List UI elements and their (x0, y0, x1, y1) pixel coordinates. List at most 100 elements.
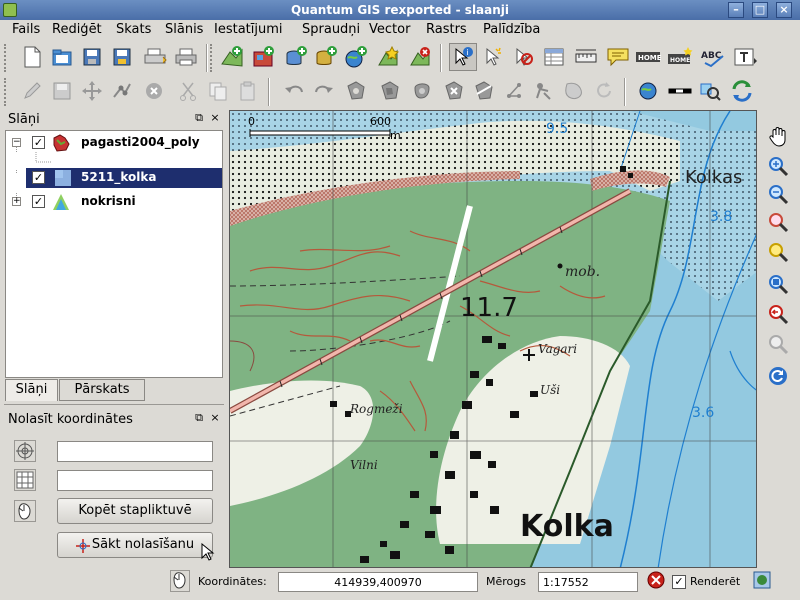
layer-item-pagasti[interactable]: − ✓ pagasti2004_poly (6, 133, 222, 153)
menu-rediget[interactable]: Rediģēt (52, 22, 102, 37)
save-project-icon[interactable] (78, 43, 106, 71)
close-button[interactable]: × (776, 2, 792, 18)
zoom-select-icon[interactable] (696, 77, 724, 105)
stop-render-icon[interactable] (646, 570, 666, 592)
node-tool-icon[interactable] (108, 77, 136, 105)
zoom-last-icon[interactable] (764, 300, 792, 328)
maximize-button[interactable]: □ (752, 2, 768, 18)
tab-overview[interactable]: Pārskats (59, 379, 145, 401)
scale-bar-icon[interactable] (666, 77, 694, 105)
layer-item-nokrisni[interactable]: + ✓ nokrisni (6, 192, 222, 212)
annotation-icon[interactable] (604, 43, 632, 71)
undo-icon[interactable] (280, 77, 308, 105)
menu-iestatijumi[interactable]: Iestatījumi (214, 22, 283, 37)
home-plus-icon[interactable]: HOME (666, 43, 694, 71)
scale-input[interactable]: 1:17552 (538, 572, 638, 592)
mouse-tracking-icon[interactable] (14, 500, 36, 522)
print-icon[interactable] (172, 43, 200, 71)
cut-icon[interactable] (174, 77, 202, 105)
delete-ring-icon[interactable] (408, 77, 436, 105)
toolbar-grip[interactable] (4, 44, 10, 72)
menu-skats[interactable]: Skats (116, 22, 151, 37)
grid-crs-icon[interactable] (14, 469, 36, 491)
tab-layers[interactable]: Slāņi (5, 379, 58, 401)
delete-part-icon[interactable] (440, 77, 468, 105)
menu-slanis[interactable]: Slānis (165, 22, 203, 37)
zoom-out-icon[interactable] (764, 180, 792, 208)
toggle-edit-icon[interactable] (18, 77, 46, 105)
reshape-icon[interactable] (470, 77, 498, 105)
split-icon[interactable] (500, 77, 528, 105)
close-panel-icon[interactable]: × (208, 111, 222, 125)
rotate-icon[interactable] (590, 77, 618, 105)
spell-icon[interactable]: ABC (698, 43, 726, 71)
add-wms-icon[interactable] (342, 43, 370, 71)
deselect-icon[interactable] (509, 43, 537, 71)
measure-icon[interactable] (572, 43, 600, 71)
print-composer-icon[interactable] (142, 43, 170, 71)
float-panel-icon[interactable]: ⧉ (192, 411, 206, 425)
mouse-tracking-icon[interactable] (170, 570, 190, 592)
simplify-icon[interactable] (530, 77, 558, 105)
zoom-full-icon[interactable] (764, 208, 792, 236)
expand-icon[interactable]: − (12, 138, 21, 147)
menu-spraudni[interactable]: Spraudņi (302, 22, 360, 37)
map-canvas[interactable]: Kolkas mob. 11.7 Vagari Uši Rogmeži Viln… (229, 110, 757, 568)
select-icon[interactable] (479, 43, 507, 71)
add-postgis-icon[interactable] (282, 43, 310, 71)
layer-visibility-checkbox[interactable]: ✓ (32, 195, 45, 208)
add-island-icon[interactable] (376, 77, 404, 105)
copy-icon[interactable] (204, 77, 232, 105)
layer-visibility-checkbox[interactable]: ✓ (32, 136, 45, 149)
render-checkbox[interactable]: ✓ (672, 575, 686, 589)
zoom-in-icon[interactable] (764, 152, 792, 180)
pan-icon[interactable] (764, 122, 792, 150)
menu-fails[interactable]: Fails (12, 22, 40, 37)
toolbar-grip[interactable] (210, 44, 216, 72)
new-project-icon[interactable] (18, 43, 46, 71)
home-icon[interactable]: HOME (634, 43, 662, 71)
paste-icon[interactable] (234, 77, 262, 105)
open-project-icon[interactable] (48, 43, 76, 71)
add-vector-icon[interactable] (218, 43, 246, 71)
identify-icon[interactable]: i (449, 43, 477, 71)
menu-rastrs[interactable]: Rastrs (426, 22, 467, 37)
toolbar-grip[interactable] (4, 78, 10, 106)
layer-name: nokrisni (81, 194, 136, 208)
expand-icon[interactable]: + (12, 197, 21, 206)
depth-label: 9.5 (546, 121, 568, 137)
coord-field-1[interactable] (57, 441, 213, 462)
minimize-button[interactable]: – (728, 2, 744, 18)
save-edits-icon[interactable] (48, 77, 76, 105)
layer-item-5211-kolka[interactable]: ✓ 5211_kolka (26, 168, 222, 188)
zoom-selection-icon[interactable] (764, 270, 792, 298)
menu-palidziba[interactable]: Palīdzība (483, 22, 540, 37)
delete-selected-icon[interactable] (140, 77, 168, 105)
render-label: Renderēt (690, 575, 741, 588)
menu-vector[interactable]: Vector (369, 22, 410, 37)
copy-to-clipboard-button[interactable]: Kopēt stapliktuvē (57, 498, 213, 524)
redo-icon[interactable] (310, 77, 338, 105)
gps-icon[interactable] (634, 77, 662, 105)
add-ring-icon[interactable] (342, 77, 370, 105)
zoom-layer-icon[interactable] (764, 238, 792, 266)
attribute-table-icon[interactable] (540, 43, 568, 71)
text-icon[interactable] (732, 43, 760, 71)
coord-field-2[interactable] (57, 470, 213, 491)
zoom-next-icon[interactable] (764, 330, 792, 358)
new-vector-icon[interactable] (374, 43, 402, 71)
remove-layer-icon[interactable] (406, 43, 434, 71)
sync-icon[interactable] (728, 77, 756, 105)
close-panel-icon[interactable]: × (208, 411, 222, 425)
float-panel-icon[interactable]: ⧉ (192, 111, 206, 125)
add-raster-icon[interactable] (250, 43, 278, 71)
start-capture-button[interactable]: Sākt nolasīšanu (57, 532, 213, 558)
add-spatialite-icon[interactable] (312, 43, 340, 71)
refresh-map-icon[interactable] (764, 362, 792, 390)
merge-icon[interactable] (560, 77, 588, 105)
projection-icon[interactable] (752, 570, 774, 592)
crs-icon[interactable] (14, 440, 36, 462)
save-as-icon[interactable] (108, 43, 136, 71)
move-feature-icon[interactable] (78, 77, 106, 105)
layer-visibility-checkbox[interactable]: ✓ (32, 171, 45, 184)
